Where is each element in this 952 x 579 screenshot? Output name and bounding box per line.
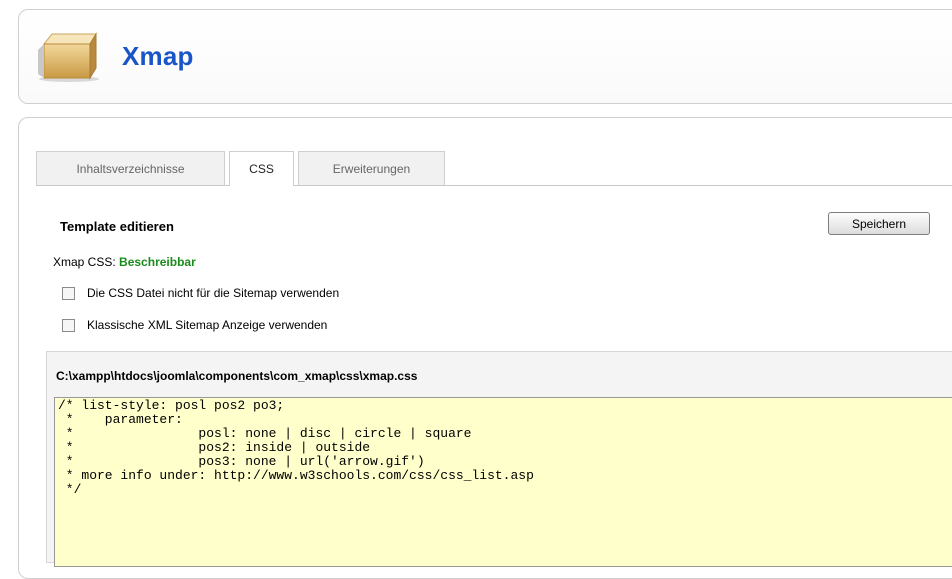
app-title: Xmap bbox=[122, 41, 194, 71]
css-editor-textarea[interactable]: /* list-style: posl pos2 po3; * paramete… bbox=[54, 397, 952, 567]
status-badge: Beschreibbar bbox=[119, 255, 196, 269]
header-panel: Xmap bbox=[18, 9, 952, 104]
package-box-icon bbox=[38, 32, 99, 82]
status-label: Xmap CSS: bbox=[53, 255, 116, 269]
tab-erweiterungen[interactable]: Erweiterungen bbox=[298, 151, 445, 185]
checkbox-classic-xml[interactable] bbox=[62, 318, 75, 332]
option-no-css[interactable]: Die CSS Datei nicht für die Sitemap verw… bbox=[62, 286, 339, 300]
tab-inhaltsverzeichnisse[interactable]: Inhaltsverzeichnisse bbox=[36, 151, 225, 185]
section-title: Template editieren bbox=[60, 219, 174, 234]
option-label: Klassische XML Sitemap Anzeige verwenden bbox=[87, 318, 328, 332]
option-label: Die CSS Datei nicht für die Sitemap verw… bbox=[87, 286, 340, 300]
tab-css[interactable]: CSS bbox=[229, 151, 294, 186]
css-file-panel: C:\xampp\htdocs\joomla\components\com_xm… bbox=[46, 351, 952, 567]
save-button[interactable]: Speichern bbox=[828, 212, 930, 235]
tab-bar: Inhaltsverzeichnisse CSS Erweiterungen bbox=[36, 151, 952, 186]
checkbox-no-css[interactable] bbox=[62, 286, 75, 300]
css-status: Xmap CSS: Beschreibbar bbox=[53, 255, 196, 269]
option-classic-xml[interactable]: Klassische XML Sitemap Anzeige verwenden bbox=[62, 318, 327, 332]
file-path: C:\xampp\htdocs\joomla\components\com_xm… bbox=[56, 369, 418, 383]
